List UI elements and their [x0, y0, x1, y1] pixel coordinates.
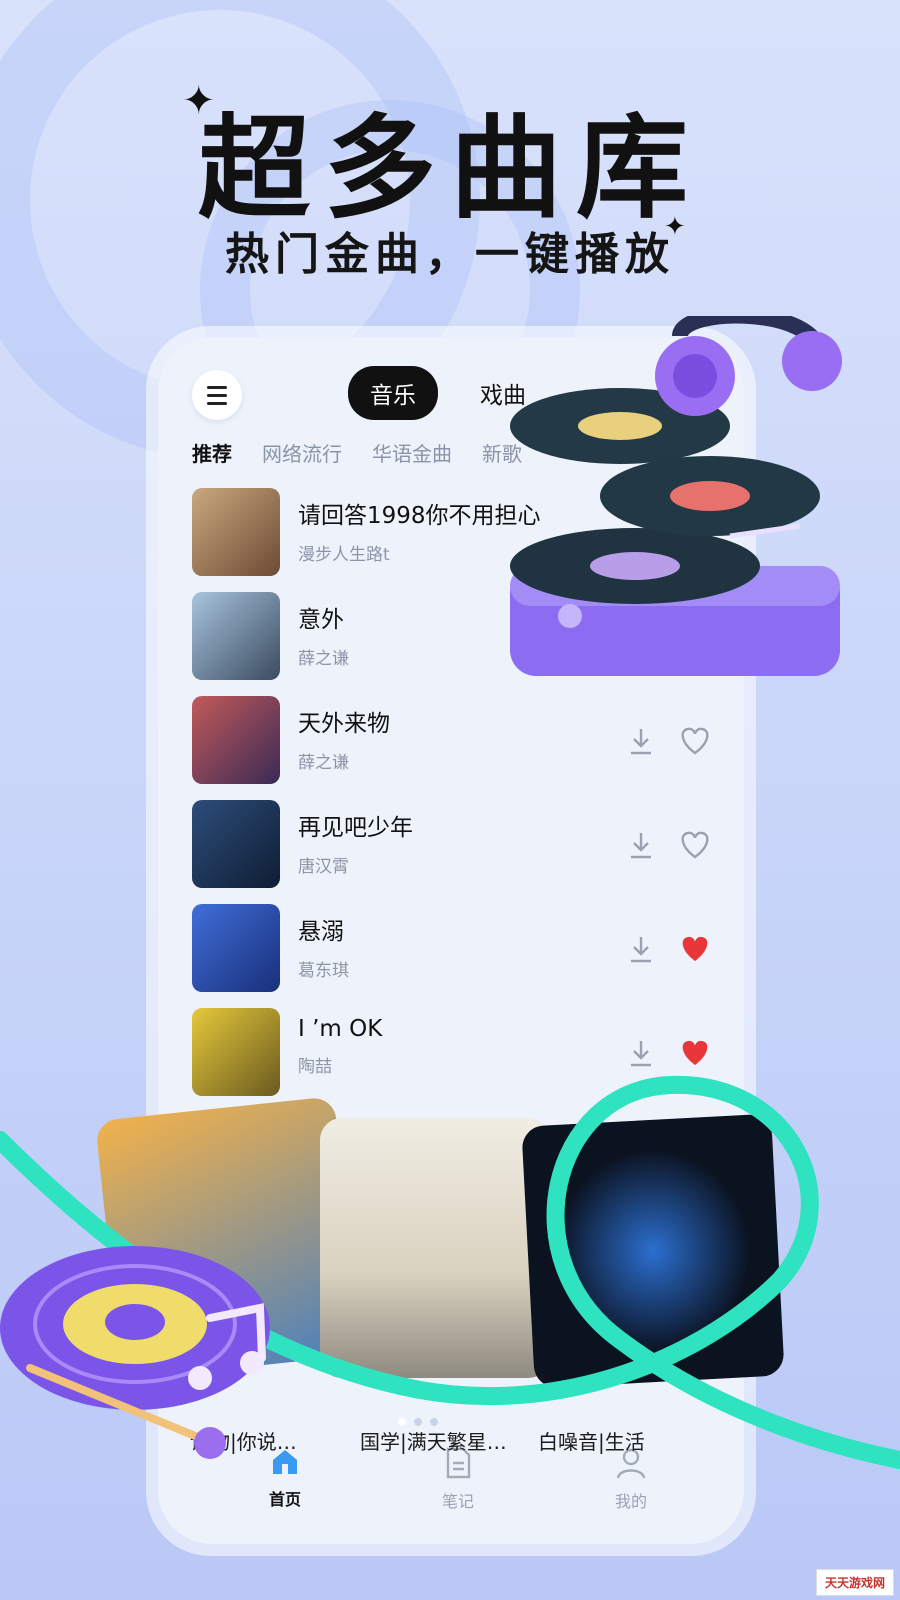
album-cover	[192, 488, 280, 576]
song-row[interactable]: 再见吧少年 唐汉霄	[192, 800, 722, 904]
album-cover	[192, 904, 280, 992]
vinyl-record-illustration	[0, 1246, 270, 1459]
download-icon[interactable]	[628, 726, 654, 756]
sparkle-icon: ✦	[664, 212, 686, 242]
download-icon[interactable]	[628, 934, 654, 964]
watermark: 天天游戏网	[815, 1569, 894, 1596]
song-title: 悬溺	[298, 919, 344, 945]
tab-music[interactable]: 音乐	[348, 366, 438, 420]
heart-icon[interactable]	[678, 726, 712, 756]
song-artist: 薛之谦	[298, 753, 349, 773]
song-title: I ’m OK	[298, 1016, 383, 1042]
download-icon[interactable]	[628, 830, 654, 860]
song-artist: 薛之谦	[298, 649, 349, 669]
promo-subheadline: 热门金曲，一键播放	[225, 229, 675, 280]
song-title: 再见吧少年	[298, 815, 413, 841]
tab-recommended[interactable]: 推荐	[192, 438, 232, 467]
song-title: 意外	[298, 607, 344, 633]
menu-button[interactable]	[192, 370, 242, 420]
turntable-illustration	[510, 316, 842, 676]
category-tabs: 推荐 网络流行 华语金曲 新歌	[192, 438, 522, 467]
tab-chinese-classics[interactable]: 华语金曲	[372, 438, 452, 467]
song-title: 天外来物	[298, 711, 390, 737]
promo-headline: 超多曲库	[198, 104, 702, 234]
album-cover	[192, 592, 280, 680]
song-row[interactable]: 悬溺 葛东琪	[192, 904, 722, 1008]
heart-icon[interactable]	[678, 830, 712, 860]
album-cover	[192, 800, 280, 888]
album-cover	[192, 696, 280, 784]
menu-icon	[207, 385, 227, 389]
song-row[interactable]: 天外来物 薛之谦	[192, 696, 722, 800]
heart-filled-icon[interactable]	[678, 934, 712, 964]
song-artist: 唐汉霄	[298, 857, 349, 877]
tab-web-pop[interactable]: 网络流行	[262, 438, 342, 467]
song-artist: 葛东琪	[298, 961, 349, 981]
